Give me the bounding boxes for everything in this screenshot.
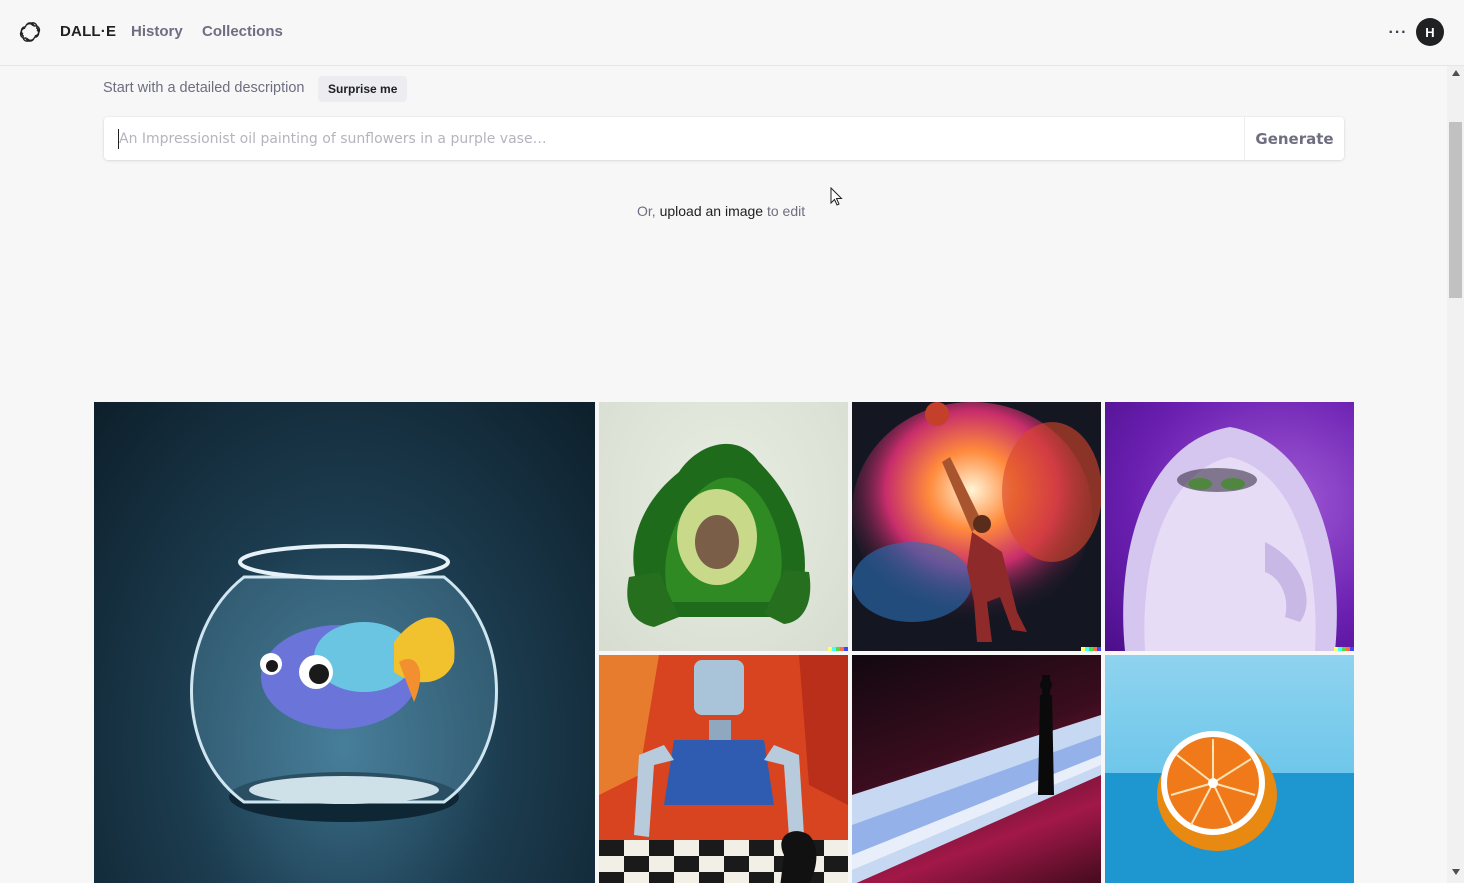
surprise-me-button[interactable]: Surprise me (318, 76, 408, 102)
prompt-label: Start with a detailed description (103, 80, 305, 96)
page-scrollbar[interactable] (1447, 66, 1464, 883)
user-avatar[interactable]: H (1416, 18, 1444, 46)
dalle-signature (1334, 647, 1354, 651)
brand-title[interactable]: DALL·E (60, 23, 116, 40)
dalle-signature (1081, 647, 1101, 651)
upload-suffix: to edit (766, 203, 806, 219)
upload-line: Or, upload an image to edit (637, 203, 805, 219)
gallery-image-fluffy-monster[interactable] (1105, 402, 1354, 651)
generate-button[interactable]: Generate (1244, 117, 1344, 160)
gallery-image-fishbowl[interactable] (94, 402, 595, 883)
gallery-image-neon-desert[interactable] (852, 655, 1101, 883)
mouse-pointer-icon (830, 187, 843, 206)
scroll-thumb[interactable] (1449, 122, 1462, 298)
scroll-down-arrow-icon[interactable] (1447, 869, 1464, 879)
scroll-up-arrow-icon[interactable] (1447, 70, 1464, 80)
upload-image-link[interactable]: upload an image (660, 203, 764, 219)
nav-collections[interactable]: Collections (202, 23, 283, 40)
example-gallery (94, 402, 1354, 883)
top-bar: DALL·E History Collections ··· H (0, 0, 1464, 66)
nav-history[interactable]: History (131, 23, 183, 40)
gallery-image-basketball-nebula[interactable] (852, 402, 1101, 651)
prompt-input[interactable] (118, 128, 1244, 149)
prompt-box: Generate (104, 117, 1344, 160)
upload-prefix: Or, (637, 203, 656, 219)
gallery-image-halved-orange[interactable] (1105, 655, 1354, 883)
openai-logo-icon[interactable] (19, 21, 41, 43)
dalle-signature (828, 647, 848, 651)
gallery-image-robot-chess[interactable] (599, 655, 848, 883)
gallery-image-avocado-chair[interactable] (599, 402, 848, 651)
more-options-icon[interactable]: ··· (1386, 22, 1410, 44)
